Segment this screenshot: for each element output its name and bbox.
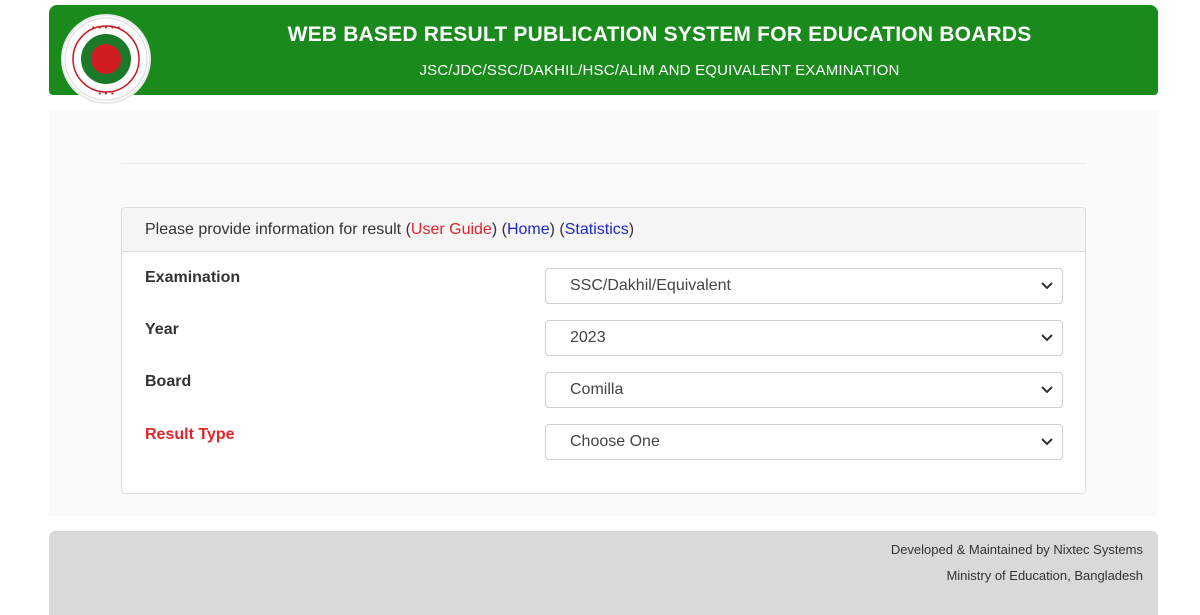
home-link[interactable]: Home: [507, 221, 550, 238]
result-type-selected-value: Choose One: [570, 433, 660, 450]
board-selected-value: Comilla: [570, 381, 624, 398]
svg-text:• • •: • • •: [98, 90, 115, 98]
chevron-down-icon: [1041, 438, 1053, 446]
result-type-label: Result Type: [145, 426, 235, 443]
chevron-down-icon: [1041, 386, 1053, 394]
year-label: Year: [145, 321, 179, 338]
government-seal-logo: • • • • • • • •: [63, 16, 149, 102]
page-subtitle: JSC/JDC/SSC/DAKHIL/HSC/ALIM AND EQUIVALE…: [419, 62, 900, 79]
examination-selected-value: SSC/Dakhil/Equivalent: [570, 277, 731, 294]
examination-select[interactable]: SSC/Dakhil/Equivalent: [545, 268, 1063, 304]
year-select[interactable]: 2023: [545, 320, 1063, 356]
svg-text:• • • • •: • • • • •: [91, 24, 121, 32]
bangladesh-seal-icon: • • • • • • • •: [64, 17, 148, 101]
board-select[interactable]: Comilla: [545, 372, 1063, 408]
ministry-credit: Ministry of Education, Bangladesh: [946, 568, 1143, 583]
statistics-link[interactable]: Statistics: [565, 221, 629, 238]
chevron-down-icon: [1041, 282, 1053, 290]
board-label: Board: [145, 373, 192, 390]
paren: ): [549, 221, 555, 238]
result-form-panel: Please provide information for result (U…: [121, 207, 1086, 494]
paren: ): [628, 221, 635, 238]
paren: ): [491, 221, 498, 238]
panel-intro-text: Please provide information for result: [145, 221, 402, 238]
chevron-down-icon: [1041, 334, 1053, 342]
divider: [121, 163, 1086, 164]
site-header: • • • • • • • • WEB BASED RESULT PUBLICA…: [49, 5, 1158, 102]
page-title: WEB BASED RESULT PUBLICATION SYSTEM FOR …: [287, 23, 1032, 46]
developer-credit: Developed & Maintained by Nixtec Systems: [890, 542, 1143, 557]
panel-heading: Please provide information for result (U…: [122, 208, 1085, 252]
examination-label: Examination: [145, 269, 241, 286]
user-guide-link[interactable]: User Guide: [411, 221, 492, 238]
site-footer: Developed & Maintained by Nixtec Systems…: [49, 531, 1158, 615]
result-type-select[interactable]: Choose One: [545, 424, 1063, 460]
year-selected-value: 2023: [570, 329, 606, 346]
